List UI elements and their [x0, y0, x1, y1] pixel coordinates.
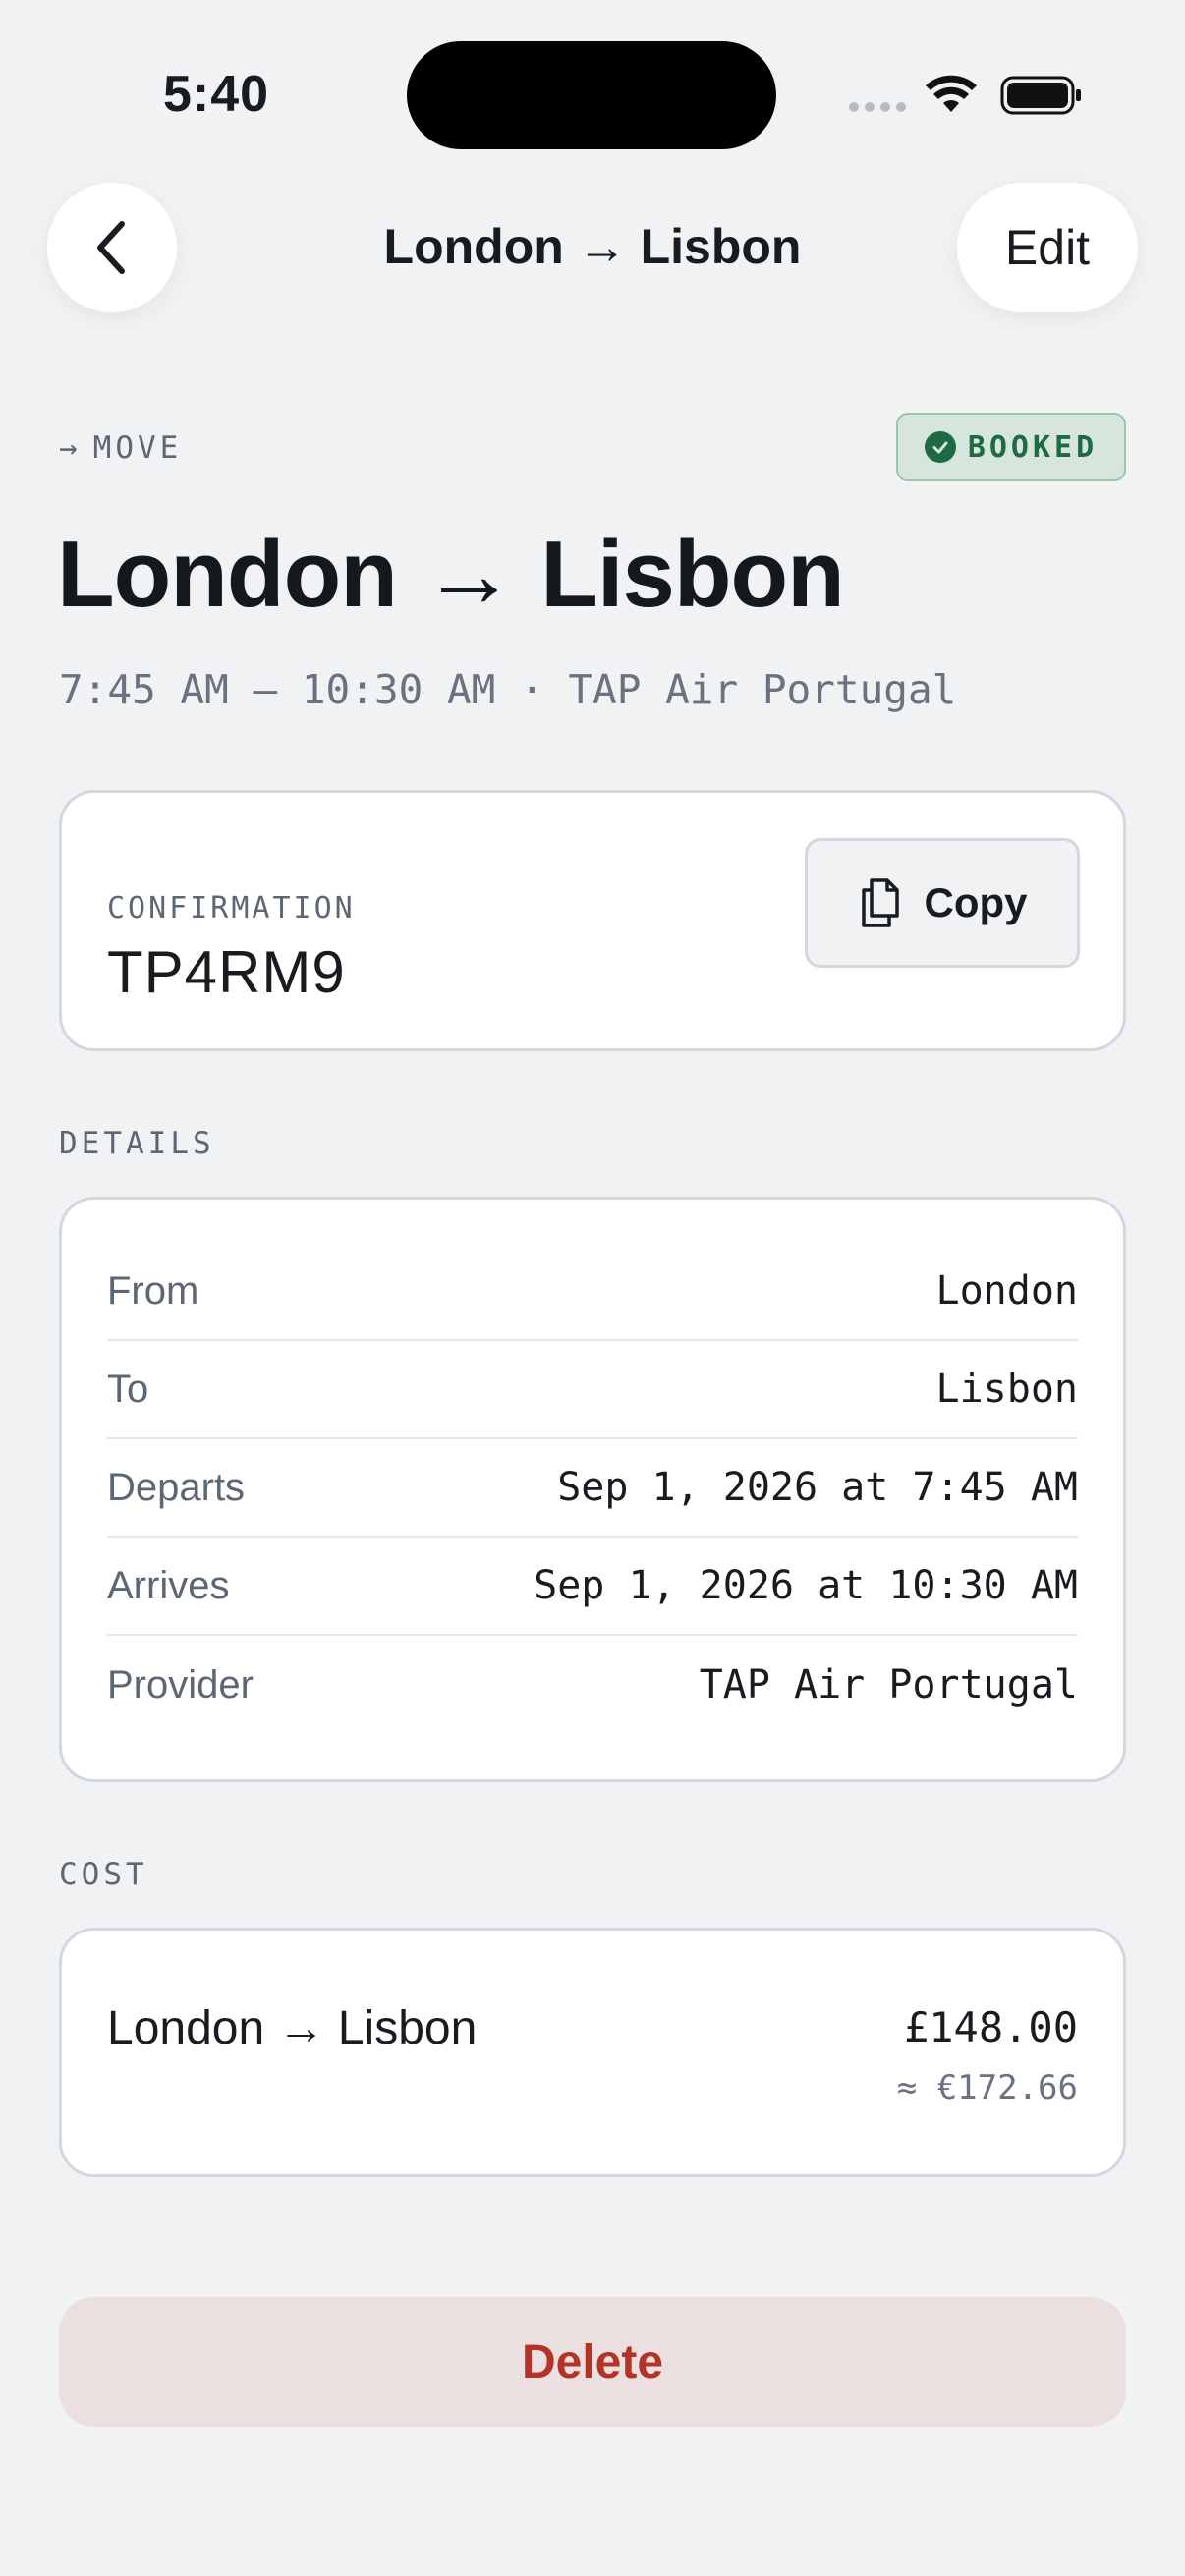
detail-value: London [935, 1268, 1079, 1314]
schedule-subtitle: 7:45 AM — 10:30 AM · TAP Air Portugal [59, 666, 957, 713]
detail-label: To [107, 1367, 149, 1411]
detail-row-from: From London [107, 1243, 1078, 1341]
detail-label: From [107, 1268, 199, 1313]
status-badge-label: BOOKED [967, 429, 1099, 465]
detail-row-provider: Provider TAP Air Portugal [107, 1636, 1078, 1734]
detail-row-to: To Lisbon [107, 1341, 1078, 1439]
arrow-right-icon: → [59, 430, 82, 466]
detail-label: Arrives [107, 1563, 230, 1607]
battery-icon [1000, 76, 1081, 115]
confirmation-label: CONFIRMATION [107, 891, 356, 925]
detail-value: TAP Air Portugal [699, 1662, 1078, 1708]
detail-row-arrives: Arrives Sep 1, 2026 at 10:30 AM [107, 1538, 1078, 1636]
cost-converted-amount: ≈ €172.66 [896, 2068, 1078, 2107]
cost-card: London → Lisbon £148.00 ≈ €172.66 [59, 1928, 1126, 2177]
status-time: 5:40 [163, 66, 270, 123]
cost-amount: £148.00 [903, 2003, 1078, 2051]
copy-icon [861, 878, 899, 927]
detail-label: Provider [107, 1662, 254, 1707]
cost-section-label: COST [59, 1857, 148, 1892]
cost-item-name: London → Lisbon [107, 2002, 478, 2054]
details-section-label: DETAILS [59, 1126, 215, 1161]
copy-button-label: Copy [924, 879, 1028, 925]
confirmation-code: TP4RM9 [107, 939, 346, 1005]
wifi-icon [926, 75, 977, 112]
page-title: London → Lisbon [57, 522, 845, 627]
confirmation-card: CONFIRMATION TP4RM9 Copy [59, 790, 1126, 1051]
segment-kind: → MOVE [59, 430, 182, 466]
cellular-signal-icon [849, 102, 906, 112]
check-circle-icon [924, 431, 956, 463]
edit-button[interactable]: Edit [957, 183, 1138, 312]
detail-value: Lisbon [935, 1367, 1079, 1412]
detail-row-departs: Departs Sep 1, 2026 at 7:45 AM [107, 1439, 1078, 1538]
delete-button[interactable]: Delete [59, 2297, 1126, 2427]
details-card: From London To Lisbon Departs Sep 1, 202… [59, 1197, 1126, 1782]
status-badge: BOOKED [896, 413, 1126, 481]
detail-value: Sep 1, 2026 at 7:45 AM [557, 1465, 1078, 1510]
dynamic-island [407, 41, 776, 149]
copy-button[interactable]: Copy [805, 838, 1080, 968]
detail-value: Sep 1, 2026 at 10:30 AM [534, 1563, 1078, 1608]
segment-kind-label: MOVE [92, 430, 183, 466]
detail-label: Departs [107, 1465, 246, 1509]
trip-segment-detail-screen: 5:40 London → Lisbon Edit → MOVE BOOKED … [0, 0, 1185, 2576]
